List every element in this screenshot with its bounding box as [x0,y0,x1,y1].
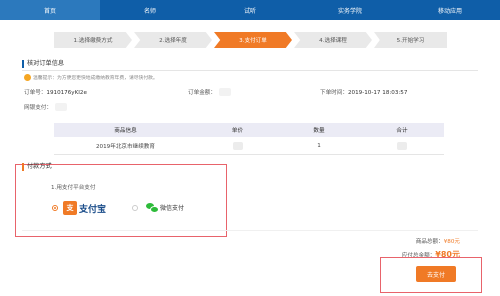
payment-highlight-box [15,164,227,237]
price-redacted [232,141,243,150]
top-nav: 首页 名师 试听 实务学院 移动应用 [0,0,500,20]
order-time-label: 下单时间： [320,90,348,96]
nav-mobile[interactable]: 移动应用 [400,0,500,20]
order-time-value: 2019-10-17 18:03:57 [347,90,408,96]
order-number-value: 1910176yKI2e [46,90,87,96]
alipay-label: 支付宝 [79,204,107,215]
order-divider [22,70,478,71]
table-row: 2019年北京市继续教育 1 [54,137,444,155]
payment-section-title: 付款方式 [22,163,52,171]
online-pay-label: 网银支付： [24,105,52,111]
header-total: 合计 [396,128,408,134]
header-price: 单价 [231,128,244,134]
tip-row: 温馨提示：为方便您更快地成缴纳教育年费，请尽快付款。 [24,74,158,81]
step-start-learning: 5.开始学习 [374,32,447,48]
nav-teachers[interactable]: 名师 [100,0,200,20]
header-product: 商品信息 [114,128,137,134]
goods-total: 商品总额：¥80元 [416,237,460,245]
cell-price [197,137,278,154]
alipay-logo-icon: 支 [63,201,77,215]
online-pay-redacted [54,103,67,111]
order-section-title: 核对订单信息 [22,60,64,68]
order-amount-label: 订单金额： [188,90,216,96]
wechat-label: 微信支付 [160,205,185,212]
order-number-label: 订单号： [24,90,47,96]
table-header: 商品信息 单价 数量 合计 [54,123,444,137]
cell-product: 2019年北京市继续教育 [96,143,155,150]
tip-text: 温馨提示：为方便您更快地成缴纳教育年费，请尽快付款。 [33,76,158,81]
nav-home[interactable]: 首页 [0,0,100,20]
step-select-year: 2.选择年度 [134,32,212,48]
order-amount-redacted [218,88,231,96]
total-redacted [397,141,407,150]
payment-subtitle: 1.用支付平台支付 [51,185,96,191]
header-quantity: 数量 [313,128,325,134]
pay-button[interactable]: 去支付 [416,266,456,282]
step-select-payment-method: 1.选择缴费方式 [54,32,132,48]
alipay-radio[interactable] [52,205,58,211]
online-pay: 网银支付： [24,103,67,111]
order-amount: 订单金额： [188,88,231,96]
cell-total [360,137,444,154]
payment-divider [22,230,478,231]
wechat-option[interactable]: 微信支付 [146,203,185,213]
alipay-option[interactable]: 支 支付宝 [63,199,113,217]
progress-steps: 1.选择缴费方式 2.选择年度 3.支付订单 4.选择课程 5.开始学习 [54,32,447,48]
goods-total-value: ¥80元 [443,239,460,245]
order-table: 商品信息 单价 数量 合计 2019年北京市继续教育 1 [54,123,444,155]
info-icon [24,74,31,81]
order-time: 下单时间：2019-10-17 18:03:57 [320,88,407,96]
goods-total-label: 商品总额： [415,239,444,245]
wechat-radio[interactable] [132,205,138,211]
step-select-course: 4.选择课程 [294,32,372,48]
nav-trial[interactable]: 试听 [200,0,300,20]
wechat-logo-icon [146,203,159,213]
nav-academy[interactable]: 实务学院 [300,0,400,20]
order-number: 订单号：1910176yKI2e [24,88,87,96]
step-pay-order: 3.支付订单 [214,32,292,48]
cell-quantity: 1 [317,142,321,149]
payment-page: 首页 名师 试听 实务学院 移动应用 1.选择缴费方式 2.选择年度 3.支付订… [0,0,500,296]
